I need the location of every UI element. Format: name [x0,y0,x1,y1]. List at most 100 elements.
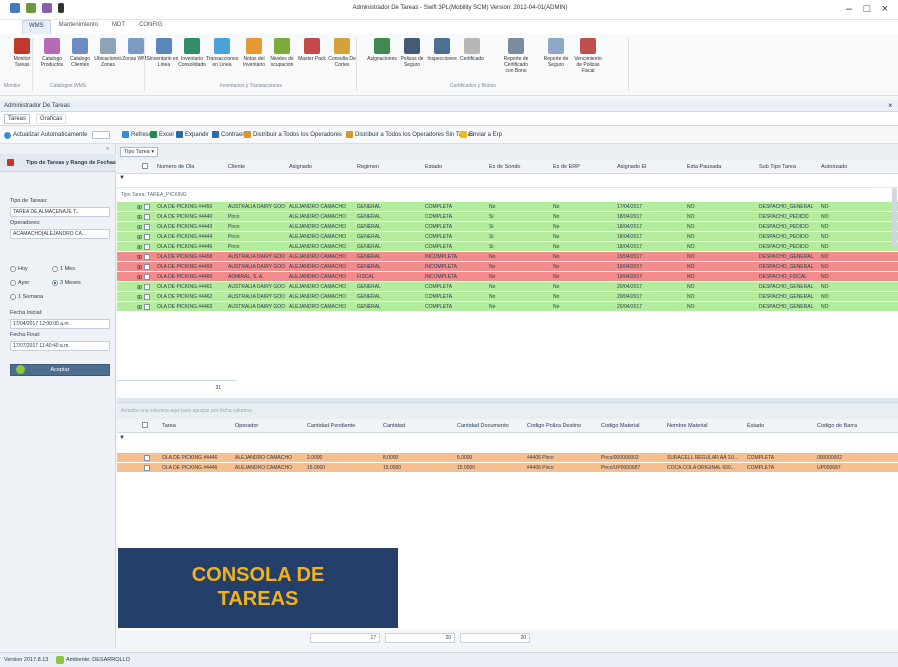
ribbon-button-1[interactable]: Monitor Tareas [6,36,38,80]
menu-icon[interactable] [58,3,64,13]
column-header[interactable]: Codigo Material [601,423,640,429]
column-header[interactable]: Es de ERP [553,164,580,170]
table-row[interactable]: ⊞ OLA DE PICKING #4450 AUSTRALIA DAIRY GOO… [117,202,898,211]
auto-refresh-interval[interactable] [92,131,111,139]
column-header[interactable]: Nombre Material [667,423,708,429]
radio-3-meses[interactable]: 3 Meses [52,280,81,286]
table-row[interactable]: ⊞ OLA DE PICKING #4443 Pirco ALEJANDRO CAMA… [117,222,898,231]
column-header[interactable]: Cantidad [383,423,405,429]
radio-1-semana[interactable]: 1 Semana [10,294,43,300]
tab-mdt[interactable]: MDT [106,20,131,34]
expand-row-icon[interactable]: ⊞ [137,204,142,211]
column-header[interactable]: Cliente [228,164,245,170]
column-header[interactable]: Regimen [357,164,379,170]
ribbon-button-12[interactable]: Consulta De Cortes [326,36,358,80]
column-header[interactable]: Es de Sondo [489,164,521,170]
toolbar-button-6[interactable]: Distribuir a Todos los Operadores Sin Ta… [346,131,474,138]
column-header[interactable]: Estado [425,164,442,170]
column-header[interactable]: Asignado El [617,164,646,170]
expand-row-icon[interactable]: ⊞ [137,224,142,231]
ribbon-button-10[interactable]: Niveles de ocupacion [266,36,298,80]
ribbon-button-17[interactable]: Reporte de Certificado con Bono [500,36,532,80]
accept-button[interactable]: Aceptar [10,364,110,376]
tab-tareas[interactable]: Tareas [4,114,31,124]
row-checkbox[interactable] [144,274,150,282]
ribbon-button-15[interactable]: Inspecciones [426,36,458,80]
close-icon[interactable]: × [878,3,892,15]
row-checkbox[interactable] [144,214,150,222]
auto-refresh-toggle[interactable]: Actualizar Automaticamente [4,131,111,139]
detail-row[interactable]: OLA DE PICKING #4446 ALEJANDRO CAMACHO 15.… [117,463,898,472]
expand-row-icon[interactable]: ⊞ [137,284,142,291]
minimize-icon[interactable]: – [842,3,856,15]
tab-config[interactable]: CONFIG [133,20,168,34]
ribbon-button-16[interactable]: Certificado [456,36,488,80]
column-header[interactable]: Tarea [162,423,176,429]
column-header[interactable]: Estado [747,423,764,429]
table-row[interactable]: ⊞ OLA DE PICKING #4458 AUSTRALIA DAIRY GOO… [117,252,898,261]
expand-row-icon[interactable]: ⊞ [137,234,142,241]
column-header[interactable]: Operador [235,423,258,429]
column-header[interactable]: Numero de Ola [157,164,194,170]
table-row[interactable]: ⊞ OLA DE PICKING #4459 AUSTRALIA DAIRY GOO… [117,262,898,271]
expand-row-icon[interactable]: ⊞ [137,244,142,251]
ribbon-button-19[interactable]: Vencimiento de Polizas Fiscal [572,36,604,80]
ribbon-button-18[interactable]: Reporte de Seguro [540,36,572,80]
row-checkbox[interactable] [144,304,150,312]
column-header[interactable]: Esta Pausada [687,164,721,170]
toolbar-button-4[interactable]: Contraer [212,131,244,138]
row-checkbox[interactable] [144,204,150,212]
refresh-icon[interactable] [42,3,52,13]
toolbar-button-7[interactable]: Enviar a Erp [460,131,502,138]
row-checkbox[interactable] [144,254,150,262]
vertical-scrollbar[interactable] [892,188,897,248]
tipo-tareas-select[interactable]: TAREA DE ALMACENAJE T... [10,207,110,217]
table-row[interactable]: ⊞ OLA DE PICKING #4461 AUSTRALIA DAIRY GOO… [117,282,898,291]
expand-row-icon[interactable]: ⊞ [137,254,142,261]
ribbon-button-11[interactable]: Master Pack [296,36,328,80]
expand-row-icon[interactable]: ⊞ [137,304,142,311]
column-header[interactable]: Codigo Poliza Destino [527,423,581,429]
row-checkbox[interactable] [144,455,150,463]
toolbar-button-3[interactable]: Expandir [176,131,209,138]
radio-hoy[interactable]: Hoy [10,266,28,272]
document-tab[interactable]: Administrador De Tareas × [0,100,898,112]
detail-row[interactable]: OLA DE PICKING #4446 ALEJANDRO CAMACHO 2.0… [117,453,898,462]
operadores-select[interactable]: ACAMACHO(ALEJANDRO CA... [10,229,110,239]
ribbon-button-13[interactable]: Asignaciones [366,36,398,80]
select-all-checkbox[interactable] [142,422,148,430]
row-checkbox[interactable] [144,264,150,272]
ribbon-button-7[interactable]: Inventario Consolidado [176,36,208,80]
table-row[interactable]: ⊞ OLA DE PICKING #4446 Pirco ALEJANDRO CAMA… [117,242,898,251]
table-row[interactable]: ⊞ OLA DE PICKING #4463 AUSTRALIA DAIRY GOO… [117,302,898,311]
column-header[interactable]: Sub Tipo Tarea [759,164,796,170]
column-header[interactable]: Autorizado [821,164,847,170]
column-header[interactable]: Codigo de Barra [817,423,857,429]
maximize-icon[interactable]: □ [860,3,874,15]
table-row[interactable]: ⊞ OLA DE PICKING #4440 Pirco ALEJANDRO CAMA… [117,212,898,221]
group-chip-tipo-tarea[interactable]: Tipo Tarea ▾ [120,147,158,157]
filter-row[interactable] [117,174,898,188]
ribbon-button-14[interactable]: Polizas de Seguro [396,36,428,80]
fecha-final-input[interactable]: 17/07/2017 11:40:40 a.m. [10,341,110,351]
column-header[interactable]: Cantidad Pendiente [307,423,355,429]
table-row[interactable]: ⊞ OLA DE PICKING #4444 Pirco ALEJANDRO CAMA… [117,232,898,241]
expand-row-icon[interactable]: ⊞ [137,274,142,281]
collapse-panel-icon[interactable]: « [106,146,109,152]
tab-mantenimiento[interactable]: Mantenimiento [53,20,104,34]
radio-ayer[interactable]: Ayer [10,280,29,286]
table-row[interactable]: ⊞ OLA DE PICKING #4460 ADMIRAL, S. A. ALEJA… [117,272,898,281]
column-header[interactable]: Cantidad Documento [457,423,509,429]
toolbar-button-2[interactable]: Excel [150,131,174,138]
toolbar-button-5[interactable]: Distribuir a Todos los Operadores [244,131,342,138]
close-doc-icon[interactable]: × [888,101,893,110]
row-checkbox[interactable] [144,294,150,302]
table-row[interactable]: ⊞ OLA DE PICKING #4462 AUSTRALIA DAIRY GOO… [117,292,898,301]
expand-row-icon[interactable]: ⊞ [137,214,142,221]
row-checkbox[interactable] [144,224,150,232]
fecha-inicial-input[interactable]: 17/04/2017 12:00:00 a.m. [10,319,110,329]
tab-graficas[interactable]: Graficas [36,114,67,124]
column-header[interactable]: Asignado [289,164,312,170]
row-checkbox[interactable] [144,465,150,473]
select-all-checkbox[interactable] [142,163,148,171]
